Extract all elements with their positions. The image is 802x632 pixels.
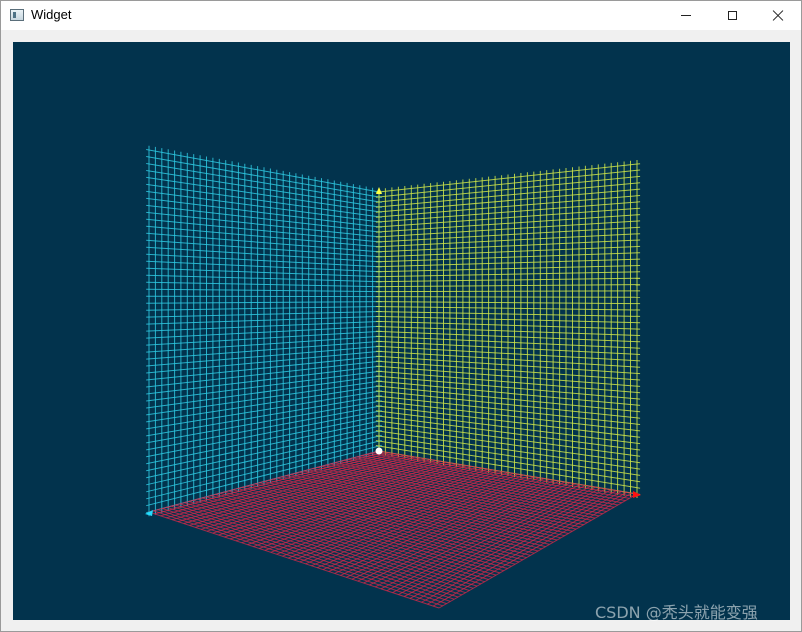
watermark-text: CSDN @秃头就能变强 [595, 603, 758, 622]
floor-line [162, 508, 451, 602]
floor-grid [148, 450, 638, 609]
3d-viewport[interactable] [13, 42, 790, 620]
app-window: Widget CSDN @秃头就能变强 [0, 0, 802, 632]
close-icon [772, 10, 784, 22]
maximize-icon [727, 11, 737, 20]
app-window-icon [10, 9, 24, 21]
right-wall-line [375, 296, 641, 298]
right-wall-grid [375, 160, 641, 498]
close-button[interactable] [755, 1, 801, 30]
origin-marker [375, 447, 383, 455]
right-wall-line [375, 290, 641, 293]
floor-line [157, 509, 447, 605]
window-title: Widget [31, 7, 72, 22]
title-bar[interactable]: Widget [1, 1, 801, 30]
minimize-button[interactable] [663, 1, 709, 30]
minimize-icon [681, 15, 691, 16]
maximize-button[interactable] [709, 1, 755, 30]
y-axis-marker [376, 187, 382, 194]
grid-scene [145, 145, 641, 609]
floor-line [153, 510, 443, 607]
